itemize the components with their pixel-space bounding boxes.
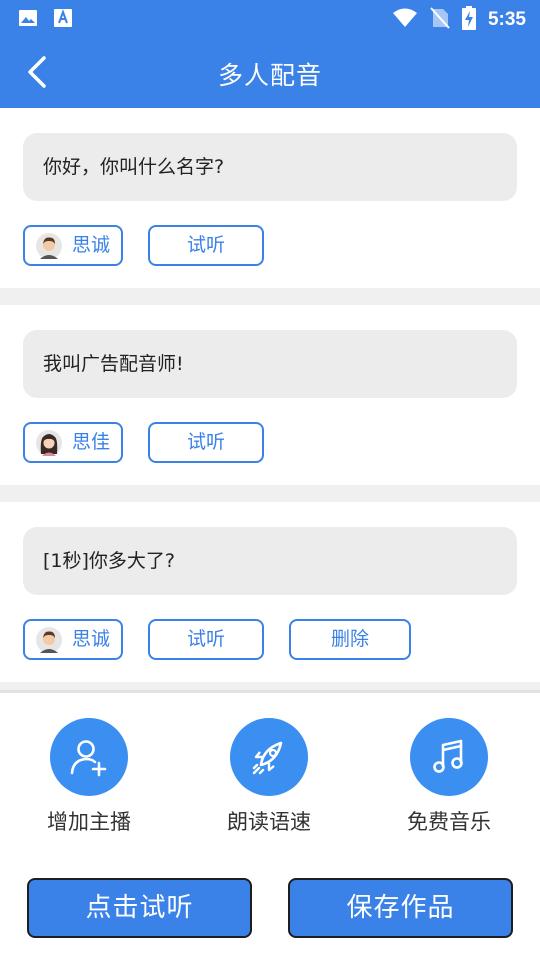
tool-label: 增加主播 bbox=[47, 810, 131, 834]
bottom-panel: 增加主播 朗读语速 免费音乐 点击试听 保存作品 bbox=[0, 690, 540, 960]
male-avatar-icon bbox=[36, 627, 62, 653]
add-host-button[interactable]: 增加主播 bbox=[19, 718, 159, 836]
voice-selector-button[interactable]: 思佳 bbox=[23, 422, 123, 463]
dialogue-text[interactable]: 你好，你叫什么名字? bbox=[23, 133, 517, 201]
add-user-icon bbox=[70, 740, 107, 777]
listen-button[interactable]: 试听 bbox=[148, 619, 264, 660]
listen-button[interactable]: 试听 bbox=[148, 225, 264, 266]
rocket-icon bbox=[252, 741, 283, 775]
voice-selector-button[interactable]: 思诚 bbox=[23, 619, 123, 660]
app-bar: 多人配音 bbox=[0, 36, 540, 108]
dialogue-text[interactable]: 我叫广告配音师! bbox=[23, 330, 517, 398]
no-sim-icon bbox=[430, 7, 450, 33]
delete-button[interactable]: 删除 bbox=[289, 619, 411, 660]
preview-button[interactable]: 点击试听 bbox=[27, 878, 252, 938]
listen-button[interactable]: 试听 bbox=[148, 422, 264, 463]
page-title: 多人配音 bbox=[217, 61, 322, 90]
free-music-button[interactable]: 免费音乐 bbox=[379, 718, 519, 836]
dialogue-text[interactable]: [1秒]你多大了? bbox=[23, 527, 517, 595]
dialogue-card: [1秒]你多大了? 思诚 试听 删除 bbox=[0, 502, 540, 682]
female-avatar-icon bbox=[36, 430, 62, 456]
battery-charging-icon bbox=[461, 6, 476, 34]
save-work-button[interactable]: 保存作品 bbox=[288, 878, 513, 938]
status-bar: 5:35 bbox=[0, 0, 540, 36]
tool-label: 朗读语速 bbox=[227, 810, 311, 834]
music-note-icon bbox=[433, 739, 463, 773]
voice-name: 思诚 bbox=[72, 234, 111, 256]
male-avatar-icon bbox=[36, 233, 62, 259]
dialogue-list: 你好，你叫什么名字? 思诚 试听 我叫广告配音师! 思佳 试听 [1秒]你多大了… bbox=[0, 108, 540, 690]
voice-selector-button[interactable]: 思诚 bbox=[23, 225, 123, 266]
gallery-icon bbox=[18, 8, 38, 32]
clock: 5:35 bbox=[487, 9, 526, 30]
dialogue-card: 我叫广告配音师! 思佳 试听 bbox=[0, 305, 540, 485]
text-app-icon bbox=[54, 8, 72, 32]
dialogue-card: 你好，你叫什么名字? 思诚 试听 bbox=[0, 108, 540, 288]
tool-label: 免费音乐 bbox=[407, 810, 491, 834]
wifi-icon bbox=[392, 8, 418, 32]
reading-speed-button[interactable]: 朗读语速 bbox=[199, 718, 339, 836]
voice-name: 思诚 bbox=[72, 628, 111, 650]
voice-name: 思佳 bbox=[72, 431, 111, 453]
